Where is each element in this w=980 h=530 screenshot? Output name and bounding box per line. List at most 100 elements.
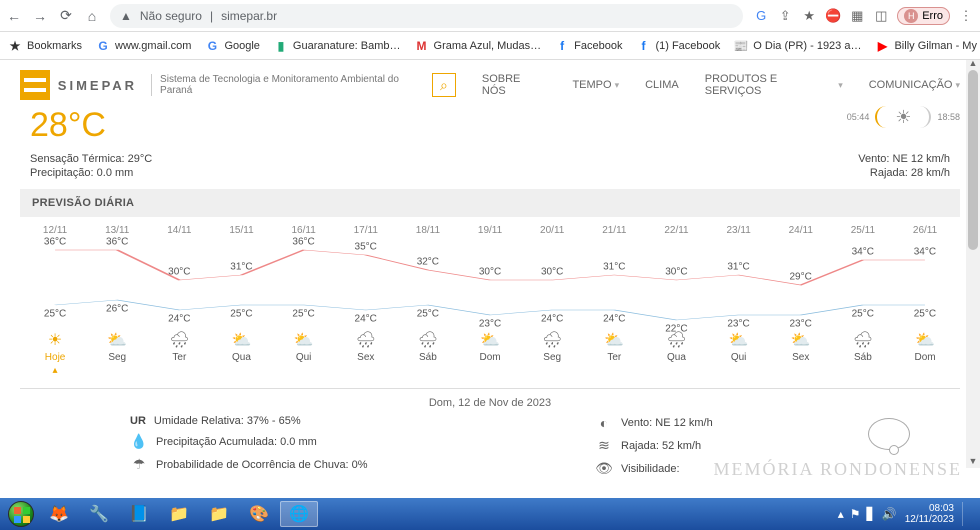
forecast-day[interactable]: 🌧Sex	[335, 330, 397, 376]
forecast-day[interactable]: ⛅Qui	[273, 330, 335, 376]
day-label: Dom	[479, 352, 500, 363]
tray-flag-icon[interactable]: ⚑	[850, 507, 861, 521]
nav-item[interactable]: PRODUTOS E SERVIÇOS▾	[705, 73, 843, 97]
taskbar-app[interactable]: 📁	[160, 501, 198, 527]
forecast-day[interactable]: ⛅Qui	[708, 330, 770, 376]
home-icon[interactable]: ⌂	[84, 8, 100, 24]
rain-prob-value: Probabilidade de Ocorrência de Chuva: 0%	[156, 459, 368, 471]
forecast-date: 20/11	[521, 225, 583, 236]
taskbar-app[interactable]: 📁	[200, 501, 238, 527]
low-temp-label: 23°C	[789, 319, 811, 330]
bookmark-label: Billy Gilman - My Ti…	[894, 40, 980, 52]
bookmark-item[interactable]: Gwww.gmail.com	[96, 39, 191, 53]
forecast-day[interactable]: ⛅Ter	[583, 330, 645, 376]
taskbar-app[interactable]: 📘	[120, 501, 158, 527]
today-marker-icon: ▴	[53, 365, 58, 376]
sunrise-time: 05:44	[847, 112, 870, 122]
gust-icon: ≋	[595, 437, 613, 454]
low-temp-label: 24°C	[355, 314, 377, 325]
nav-item[interactable]: CLIMA	[645, 73, 679, 97]
nav-item[interactable]: COMUNICAÇÃO▾	[869, 73, 960, 97]
bookmark-item[interactable]: ★Bookmarks	[8, 39, 82, 53]
forecast-day[interactable]: 🌧Sáb	[397, 330, 459, 376]
share-icon[interactable]: ⇪	[777, 8, 793, 24]
forecast-date: 25/11	[832, 225, 894, 236]
chevron-down-icon: ▾	[955, 80, 960, 91]
address-bar[interactable]: ▲ Não seguro | simepar.br	[110, 4, 743, 28]
sun-times: 05:44 ☀ 18:58	[847, 106, 960, 128]
day-label: Sáb	[854, 352, 872, 363]
tray-volume-icon[interactable]: 🔊	[882, 507, 897, 521]
menu-icon[interactable]: ⋮	[958, 8, 974, 24]
tray-expand-icon[interactable]: ▴	[838, 507, 844, 521]
taskbar-app[interactable]: 🔧	[80, 501, 118, 527]
star-icon[interactable]: ★	[801, 8, 817, 24]
forecast-day[interactable]: 🌧Seg	[521, 330, 583, 376]
forecast-day[interactable]: ⛅Dom	[894, 330, 956, 376]
grid-icon[interactable]: ▦	[849, 8, 865, 24]
profile-error-badge[interactable]: H Erro	[897, 7, 950, 25]
high-temp-label: 30°C	[665, 267, 687, 278]
logo-text: SIMEPAR	[58, 78, 137, 93]
high-temp-label: 34°C	[914, 247, 936, 258]
forecast-day[interactable]: ⛅Sex	[770, 330, 832, 376]
forecast-day[interactable]: 🌧Ter	[148, 330, 210, 376]
tray-network-icon[interactable]: ▋	[867, 507, 876, 521]
forecast-day[interactable]: ⛅Qua	[210, 330, 272, 376]
adblock-icon[interactable]: ⛔	[825, 8, 841, 24]
tagline: Sistema de Tecnologia e Monitoramento Am…	[151, 74, 432, 96]
reload-icon[interactable]: ⟳	[58, 8, 74, 24]
forecast-date: 23/11	[708, 225, 770, 236]
bookmark-item[interactable]: f(1) Facebook	[636, 39, 720, 53]
google-ext-icon[interactable]: G	[753, 8, 769, 24]
precip: Precipitação: 0.0 mm	[30, 167, 152, 179]
forecast-day[interactable]: 🌧Qua	[645, 330, 707, 376]
forecast-day[interactable]: ⛅Dom	[459, 330, 521, 376]
insecure-icon: ▲	[120, 9, 132, 23]
detail-visibility: 👁 Visibilidade:	[595, 460, 940, 477]
low-temp-label: 23°C	[479, 319, 501, 330]
taskbar-app[interactable]: 🎨	[240, 501, 278, 527]
taskbar-app[interactable]: 🦊	[40, 501, 78, 527]
browser-toolbar: ← → ⟳ ⌂ ▲ Não seguro | simepar.br G ⇪ ★ …	[0, 0, 980, 32]
taskbar-clock[interactable]: 08:03 12/11/2023	[905, 503, 954, 525]
nav-item[interactable]: TEMPO▾	[572, 73, 619, 97]
low-temp-label: 25°C	[914, 309, 936, 320]
sun-icon: ☀	[895, 107, 911, 128]
bookmark-item[interactable]: MGrama Azul, Mudas…	[415, 39, 542, 53]
bookmark-label: (1) Facebook	[655, 40, 720, 52]
low-temp-label: 25°C	[44, 309, 66, 320]
bookmark-item[interactable]: ▮Guaranature: Bamb…	[274, 39, 401, 53]
nav-item[interactable]: SOBRE NÓS	[482, 73, 547, 97]
logo[interactable]: SIMEPAR Sistema de Tecnologia e Monitora…	[20, 70, 432, 100]
forward-icon[interactable]: →	[32, 8, 48, 24]
nav-item-label: CLIMA	[645, 79, 679, 91]
puzzle-icon[interactable]: ◫	[873, 8, 889, 24]
show-desktop-button[interactable]	[962, 502, 970, 526]
weather-icon: ⛅	[729, 330, 749, 350]
bookmark-item[interactable]: 📰O Dia (PR) - 1923 a…	[734, 39, 861, 53]
clock-time: 08:03	[905, 503, 954, 514]
bookmark-label: Google	[224, 40, 259, 52]
start-button[interactable]	[4, 500, 38, 528]
bookmark-item[interactable]: fFacebook	[555, 39, 622, 53]
bookmark-icon: G	[96, 39, 110, 53]
forecast-day[interactable]: ☀Hoje▴	[24, 330, 86, 376]
low-temp-label: 25°C	[417, 309, 439, 320]
forecast-day[interactable]: ⛅Seg	[86, 330, 148, 376]
forecast-day[interactable]: 🌧Sáb	[832, 330, 894, 376]
current-temp-row: 28°C 05:44 ☀ 18:58	[20, 104, 960, 153]
eye-icon: 👁	[595, 460, 613, 477]
sunset-arc-icon	[917, 106, 931, 128]
back-icon[interactable]: ←	[6, 8, 22, 24]
day-label: Seg	[108, 352, 126, 363]
forecast-date: 19/11	[459, 225, 521, 236]
taskbar-app[interactable]: 🌐	[280, 501, 318, 527]
bookmark-item[interactable]: ▶Billy Gilman - My Ti…	[875, 39, 980, 53]
bookmark-label: Guaranature: Bamb…	[293, 40, 401, 52]
high-temp-label: 30°C	[541, 267, 563, 278]
forecast-date: 18/11	[397, 225, 459, 236]
search-button[interactable]: ⌕	[432, 73, 456, 97]
bookmark-item[interactable]: GGoogle	[205, 39, 259, 53]
nav-item-label: PRODUTOS E SERVIÇOS	[705, 73, 835, 97]
